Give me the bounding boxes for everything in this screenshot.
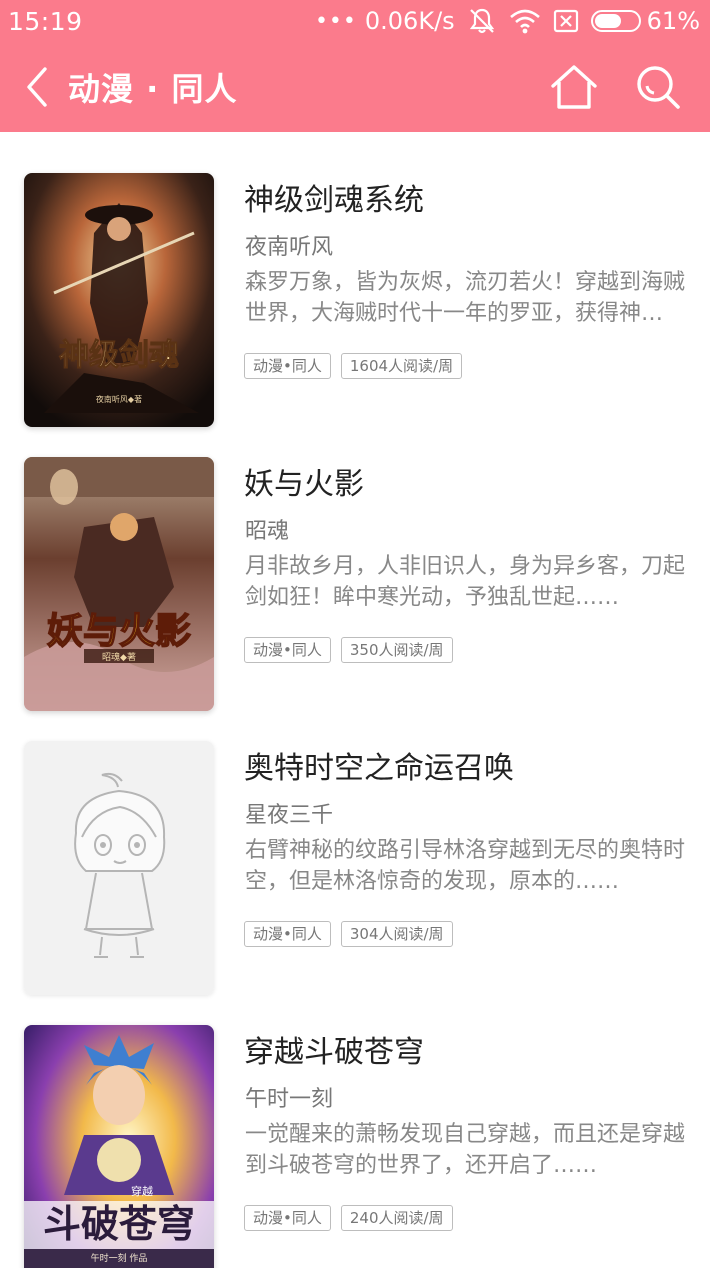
book-tags: 动漫•同人 1604人阅读/周 [244, 353, 463, 379]
book-list-item[interactable]: 穿越 斗破苍穹 午时一刻 作品 穿越斗破苍穹 午时一刻 一觉醒来的萧畅发现自己穿… [0, 1025, 710, 1268]
battery-indicator: 61% [590, 7, 700, 35]
book-description: 右臂神秘的纹路引导林洛穿越到无尽的奥特时空，但是林洛惊奇的发现，原本的…… [245, 838, 685, 894]
cover-byline: 午时一刻 作品 [91, 1252, 148, 1264]
book-title: 奥特时空之命运召唤 [244, 751, 514, 786]
mute-icon [467, 7, 497, 35]
back-button[interactable] [8, 42, 68, 132]
book-description: 一觉醒来的萧畅发现自己穿越，而且还是穿越到斗破苍穹的世界了，还开启了…… [245, 1122, 685, 1178]
book-cover[interactable] [24, 741, 214, 995]
cover-title-art: 斗破苍穹 [43, 1201, 195, 1246]
back-icon [27, 67, 47, 107]
book-tags: 动漫•同人 350人阅读/周 [244, 637, 453, 663]
book-tags: 动漫•同人 240人阅读/周 [244, 1205, 453, 1231]
cover-title-art: 神级剑魂 [59, 338, 179, 373]
book-list-item[interactable]: 奥特时空之命运召唤 星夜三千 右臂神秘的纹路引导林洛穿越到无尽的奥特时空，但是林… [0, 741, 710, 1025]
home-icon [551, 65, 597, 109]
cover-title-art: 妖与火影 [47, 610, 191, 652]
category-tag[interactable]: 动漫•同人 [244, 1205, 331, 1231]
cover-art-image: 神级剑魂 夜南听风◆著 [24, 173, 214, 427]
home-button[interactable] [544, 57, 604, 117]
placeholder-avatar-icon [24, 741, 214, 995]
book-author: 夜南听风 [245, 235, 334, 260]
readers-tag: 304人阅读/周 [340, 921, 453, 947]
book-author: 星夜三千 [245, 803, 334, 828]
search-button[interactable] [628, 57, 688, 117]
readers-tag: 350人阅读/周 [340, 637, 453, 663]
page-title: 动漫 · 同人 [68, 70, 238, 108]
cover-byline: 昭魂◆著 [102, 651, 136, 663]
wifi-icon [509, 8, 541, 34]
category-tag[interactable]: 动漫•同人 [244, 353, 331, 379]
book-cover[interactable]: 神级剑魂 夜南听风◆著 [24, 173, 214, 427]
book-list-item[interactable]: 神级剑魂 夜南听风◆著 神级剑魂系统 夜南听风 森罗万象，皆为灰烬，流刃若火！穿… [0, 173, 710, 457]
status-indicators: ••• 0.06K/s 61% [315, 7, 700, 35]
book-author: 午时一刻 [245, 1087, 334, 1112]
status-time: 15:19 [8, 6, 83, 36]
book-description: 森罗万象，皆为灰烬，流刃若火！穿越到海贼世界，大海贼时代十一年的罗亚，获得神级剑… [245, 270, 685, 326]
cover-art-image: 妖与火影 昭魂◆著 [24, 457, 214, 711]
header-actions [544, 57, 688, 117]
book-title: 神级剑魂系统 [244, 183, 424, 218]
book-title: 穿越斗破苍穹 [244, 1035, 424, 1070]
cover-art-image: 穿越 斗破苍穹 午时一刻 作品 [24, 1025, 214, 1268]
cover-kicker: 穿越 [131, 1184, 153, 1198]
network-speed: 0.06K/s [364, 7, 455, 35]
sim-icon [553, 9, 579, 33]
book-list-item[interactable]: 妖与火影 昭魂◆著 妖与火影 昭魂 月非故乡月，人非旧识人，身为异乡客，刀起剑如… [0, 457, 710, 741]
book-title: 妖与火影 [244, 467, 364, 502]
book-description: 月非故乡月，人非旧识人，身为异乡客，刀起剑如狂！眸中寒光动，予独乱世起…… [245, 554, 685, 610]
readers-tag: 240人阅读/周 [340, 1205, 453, 1231]
category-tag[interactable]: 动漫•同人 [244, 637, 331, 663]
battery-fill [594, 14, 621, 28]
category-tag[interactable]: 动漫•同人 [244, 921, 331, 947]
status-dots: ••• [314, 8, 357, 34]
book-cover[interactable]: 妖与火影 昭魂◆著 [24, 457, 214, 711]
readers-tag: 1604人阅读/周 [340, 353, 463, 379]
battery-icon [590, 10, 641, 32]
book-cover[interactable]: 穿越 斗破苍穹 午时一刻 作品 [24, 1025, 214, 1268]
book-author: 昭魂 [245, 519, 290, 544]
status-bar: 15:19 ••• 0.06K/s 61% [0, 0, 710, 42]
cover-byline: 夜南听风◆著 [96, 394, 142, 404]
app-header: 动漫 · 同人 [0, 42, 710, 132]
battery-percent: 61% [646, 7, 700, 35]
search-icon [637, 66, 680, 109]
book-tags: 动漫•同人 304人阅读/周 [244, 921, 453, 947]
